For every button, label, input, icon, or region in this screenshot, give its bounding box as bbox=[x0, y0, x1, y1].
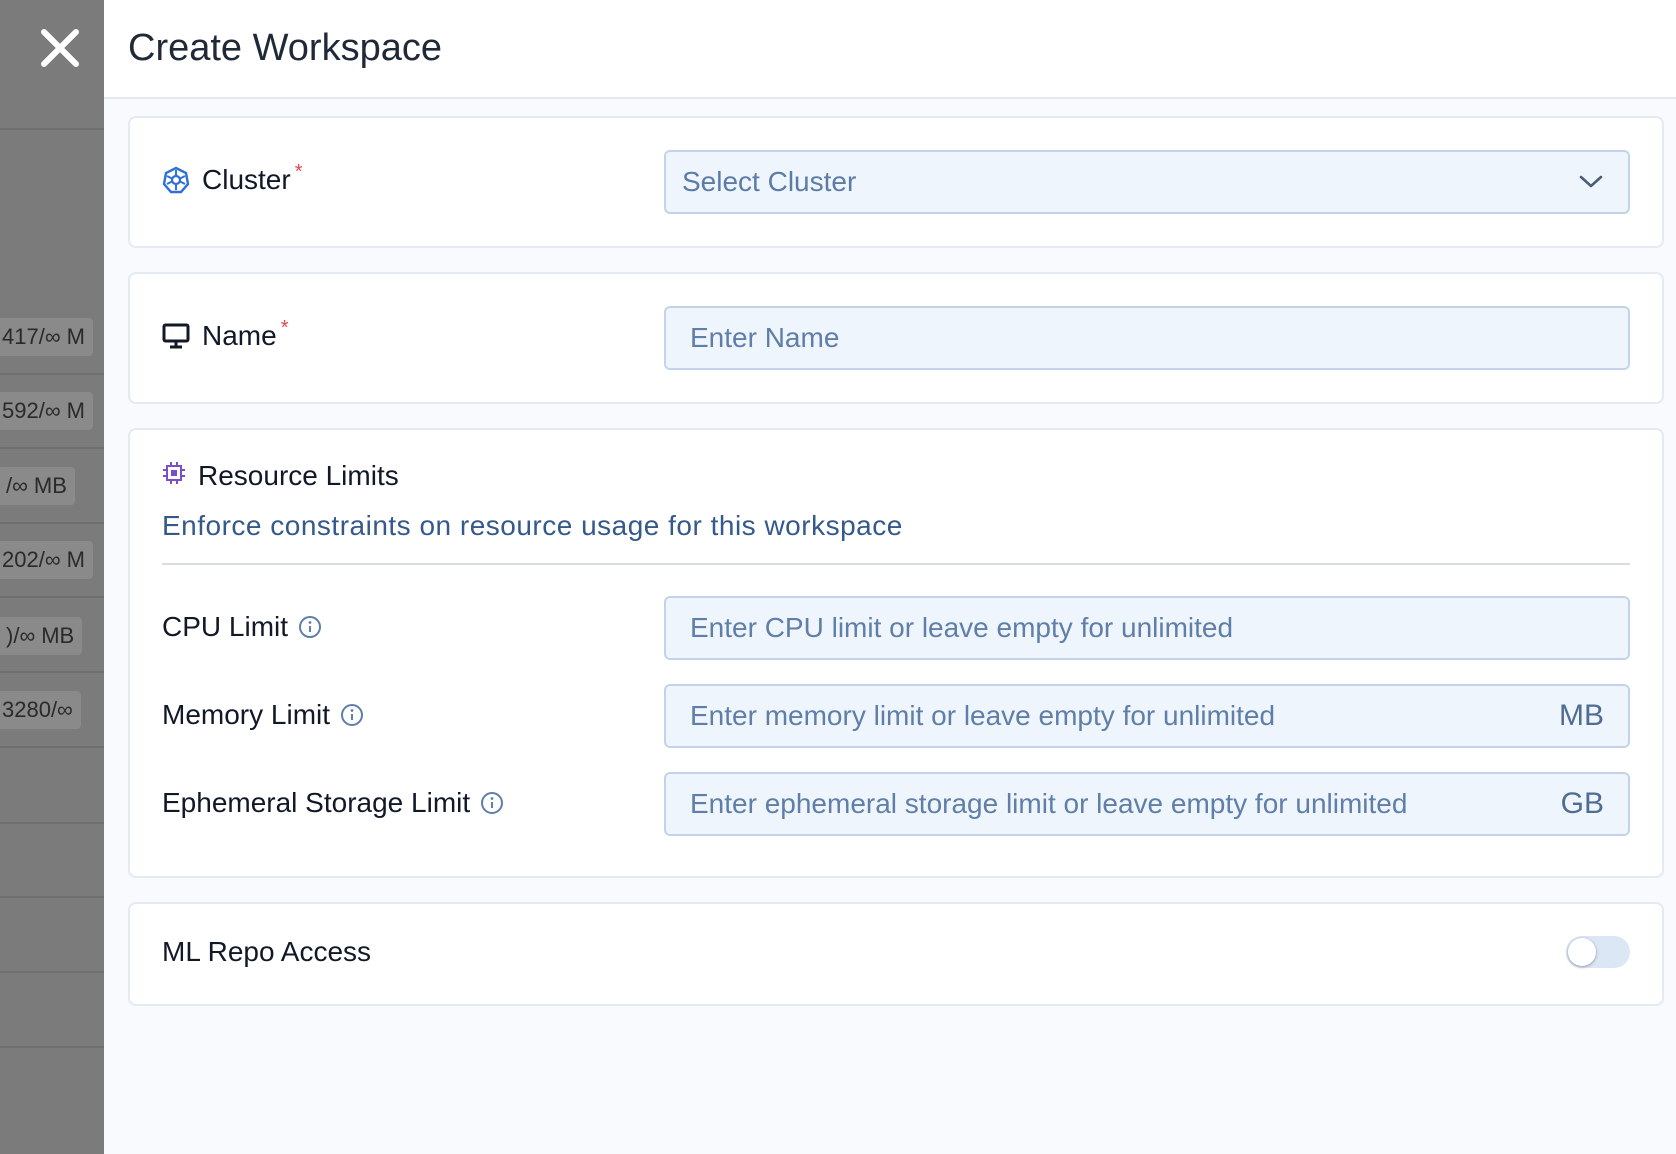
create-workspace-drawer: Create Workspace Cluster * Select Cluste… bbox=[104, 0, 1676, 1154]
memory-limit-label: Memory Limit bbox=[162, 699, 364, 731]
required-mark: * bbox=[294, 160, 303, 183]
bg-divider bbox=[0, 1046, 104, 1048]
drawer-header: Create Workspace bbox=[104, 0, 1676, 99]
bg-divider bbox=[0, 596, 104, 598]
drawer-title: Create Workspace bbox=[128, 27, 442, 69]
memory-unit-suffix: MB bbox=[1559, 699, 1604, 732]
bg-divider bbox=[0, 971, 104, 973]
ephemeral-storage-label-text: Ephemeral Storage Limit bbox=[162, 787, 471, 818]
toggle-knob bbox=[1568, 938, 1596, 966]
close-button[interactable] bbox=[36, 24, 84, 72]
name-field[interactable] bbox=[664, 306, 1630, 370]
info-icon[interactable] bbox=[480, 791, 504, 815]
ephemeral-storage-field[interactable]: GB bbox=[664, 772, 1630, 836]
backdrop-overlay[interactable]: 417/∞ M 592/∞ M /∞ MB 202/∞ M )/∞ MB 328… bbox=[0, 0, 104, 1154]
bg-divider bbox=[0, 746, 104, 748]
ml-repo-access-label: ML Repo Access bbox=[162, 936, 371, 968]
resource-limits-title: Resource Limits bbox=[162, 460, 399, 492]
ephemeral-storage-input[interactable] bbox=[690, 788, 1549, 820]
cluster-label: Cluster * bbox=[162, 160, 303, 196]
bg-usage-chip: )/∞ MB bbox=[0, 617, 83, 655]
cpu-limit-label: CPU Limit bbox=[162, 611, 322, 643]
info-icon[interactable] bbox=[340, 703, 364, 727]
bg-usage-chip: 592/∞ M bbox=[0, 392, 93, 430]
cpu-limit-label-text: CPU Limit bbox=[162, 611, 289, 642]
close-icon bbox=[41, 29, 79, 67]
resource-limits-description: Enforce constraints on resource usage fo… bbox=[162, 510, 903, 541]
storage-unit-suffix: GB bbox=[1560, 787, 1604, 820]
resource-limits-title-text: Resource Limits bbox=[198, 460, 399, 491]
bg-divider bbox=[0, 447, 104, 449]
name-input[interactable] bbox=[690, 322, 1604, 354]
section-divider bbox=[162, 563, 1630, 565]
cluster-select-placeholder: Select Cluster bbox=[682, 166, 857, 197]
memory-limit-input[interactable] bbox=[690, 700, 1547, 732]
ephemeral-storage-label: Ephemeral Storage Limit bbox=[162, 787, 504, 819]
chip-icon bbox=[162, 460, 186, 492]
bg-divider bbox=[0, 128, 104, 130]
bg-divider bbox=[0, 522, 104, 524]
ml-repo-access-label-text: ML Repo Access bbox=[162, 936, 372, 967]
kubernetes-icon bbox=[162, 166, 190, 194]
name-card: Name * bbox=[128, 272, 1664, 404]
ml-repo-access-toggle[interactable] bbox=[1566, 936, 1630, 968]
cpu-limit-input[interactable] bbox=[690, 612, 1604, 644]
ml-repo-access-card: ML Repo Access bbox=[128, 902, 1664, 1006]
required-mark: * bbox=[280, 316, 289, 339]
bg-divider bbox=[0, 373, 104, 375]
resource-limits-card: Resource Limits Enforce constraints on r… bbox=[128, 428, 1664, 878]
bg-usage-chip: /∞ MB bbox=[0, 467, 75, 505]
cluster-card: Cluster * Select Cluster bbox=[128, 116, 1664, 248]
cpu-limit-field[interactable] bbox=[664, 596, 1630, 660]
bg-divider bbox=[0, 896, 104, 898]
chevron-down-icon bbox=[1578, 174, 1604, 190]
bg-usage-chip: 3280/∞ bbox=[0, 691, 81, 729]
memory-limit-label-text: Memory Limit bbox=[162, 699, 331, 730]
memory-limit-field[interactable]: MB bbox=[664, 684, 1630, 748]
bg-divider bbox=[0, 822, 104, 824]
monitor-icon bbox=[162, 323, 190, 349]
bg-divider bbox=[0, 671, 104, 673]
bg-usage-chip: 417/∞ M bbox=[0, 318, 93, 356]
name-label-text: Name bbox=[202, 320, 277, 351]
bg-usage-chip: 202/∞ M bbox=[0, 541, 93, 579]
name-label: Name * bbox=[162, 316, 289, 352]
cluster-select[interactable]: Select Cluster bbox=[664, 150, 1630, 214]
cluster-label-text: Cluster bbox=[202, 164, 291, 195]
info-icon[interactable] bbox=[298, 615, 322, 639]
